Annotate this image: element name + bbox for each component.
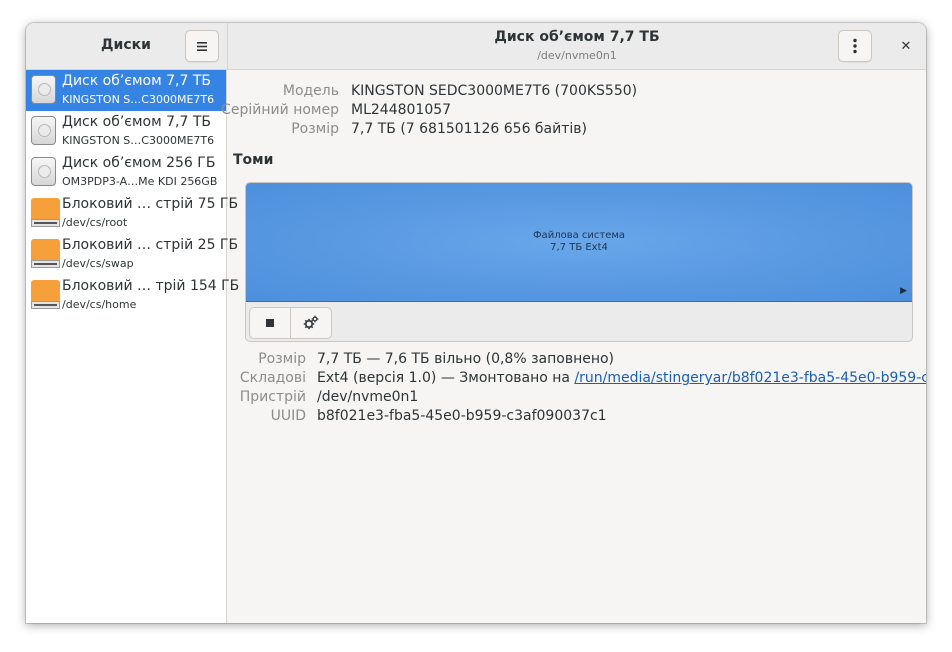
close-button[interactable]: ✕ [889,30,923,62]
device-item-swap[interactable]: Блоковий … стрій 25 ГБ /dev/cs/swap [26,234,238,275]
model-key: Модель [282,83,339,99]
partition-size: 7,7 ТБ Ext4 [550,242,608,253]
drive-harddisk-icon [31,116,58,146]
drive-harddisk-icon [31,157,58,187]
partition-settings-button[interactable] [290,307,332,339]
main-menu-button[interactable] [185,30,219,62]
device-title: Диск об’ємом 7,7 ТБ [62,73,211,89]
sidebar-headerbar: Диски [26,23,228,70]
device-subtitle: /dev/cs/root [62,216,128,229]
partition-label: Файлова система 7,7 ТБ Ext4 [246,230,912,254]
main-headerbar: Диск об’ємом 7,7 ТБ /dev/nvme0n1 ✕ [228,23,926,70]
volume-partition[interactable]: Файлова система 7,7 ТБ Ext4 ▶ [246,183,912,302]
device-item-disk-1[interactable]: Диск об’ємом 7,7 ТБ KINGSTON S…C3000ME7T… [26,70,226,111]
window-title: Диск об’ємом 7,7 ТБ [494,29,660,45]
device-subtitle: /dev/cs/swap [62,257,134,270]
volume-size-value: 7,7 ТБ — 7,6 ТБ вільно (0,8% заповнено) [317,351,615,367]
volume-size-key: Розмір [258,351,306,367]
block-device-icon [31,198,60,228]
volumes-title: Томи [233,152,274,168]
drive-menu-button[interactable] [838,30,872,62]
gears-icon [303,315,319,330]
device-subtitle: KINGSTON S…C3000ME7T6 [62,134,215,147]
size-value: 7,7 ТБ (7 681501126 656 байтів) [351,121,587,137]
stop-square-icon [266,319,274,327]
hamburger-menu-icon [197,41,207,51]
contents-text: Ext4 (версія 1.0) — Змонтовано на [317,370,575,386]
window-subtitle: /dev/nvme0n1 [537,49,617,62]
close-icon: ✕ [900,38,912,54]
play-arrow-icon: ▶ [900,286,907,296]
partition-type: Файлова система [532,230,626,241]
serial-value: ML244801057 [351,102,452,118]
device-item-disk-2[interactable]: Диск об’ємом 7,7 ТБ KINGSTON S…C3000ME7T… [26,111,226,152]
block-device-icon [31,280,60,310]
mount-point-link[interactable]: /run/media/stingeryar/b8f021e3-fba5-45e0… [574,370,926,386]
drive-harddisk-icon [31,75,58,105]
disks-window: Диски Диск об’ємом 7,7 ТБ /dev/nvme0n1 ✕ [26,23,926,623]
uuid-key: UUID [270,408,306,424]
block-device-icon [31,239,60,269]
device-item-home[interactable]: Блоковий … трій 154 ГБ /dev/cs/home [26,275,239,316]
drive-details: Модель KINGSTON SEDC3000ME7T6 (700KS550)… [221,70,926,623]
device-value: /dev/nvme0n1 [317,389,419,405]
device-subtitle: OM3PDP3-A…Me KDI 256GB [62,175,218,188]
vertical-dots-menu-icon [853,38,857,54]
device-title: Блоковий … трій 154 ГБ [62,278,240,294]
device-key: Пристрій [239,389,306,405]
device-title: Блоковий … стрій 25 ГБ [62,237,239,253]
device-item-disk-3[interactable]: Диск об’ємом 256 ГБ OM3PDP3-A…Me KDI 256… [26,152,226,193]
device-subtitle: KINGSTON S…C3000ME7T6 [62,93,215,106]
device-subtitle: /dev/cs/home [62,298,137,311]
device-title: Блоковий … стрій 75 ГБ [62,196,239,212]
uuid-value: b8f021e3-fba5-45e0-b959-c3af090037c1 [317,408,607,424]
contents-key: Складові [239,370,306,386]
unmount-button[interactable] [249,307,291,339]
device-list: Диск об’ємом 7,7 ТБ KINGSTON S…C3000ME7T… [26,70,239,623]
device-item-root[interactable]: Блоковий … стрій 75 ГБ /dev/cs/root [26,193,238,234]
device-title: Диск об’ємом 7,7 ТБ [62,114,211,130]
contents-value: Ext4 (версія 1.0) — Змонтовано на /run/m… [317,370,926,386]
serial-key: Серійний номер [221,102,339,118]
model-value: KINGSTON SEDC3000ME7T6 (700KS550) [351,83,638,99]
size-key: Розмір [291,121,339,137]
volume-map: Файлова система 7,7 ТБ Ext4 ▶ [245,182,913,342]
device-title: Диск об’ємом 256 ГБ [62,155,216,171]
